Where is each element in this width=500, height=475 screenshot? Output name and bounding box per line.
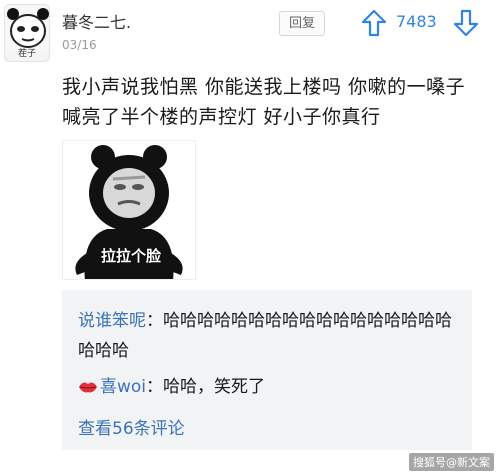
meme-caption: 拉拉个脸: [101, 247, 162, 265]
lips-icon: [79, 382, 97, 393]
nested-reply-text: 哈哈，笑死了: [163, 377, 266, 397]
upvote-arrow-icon[interactable]: [360, 8, 388, 38]
nested-reply-separator: ：: [146, 377, 164, 397]
downvote-arrow-icon[interactable]: [452, 8, 480, 38]
avatar[interactable]: 茬子: [4, 4, 50, 62]
meme-image[interactable]: 拉拉个脸: [62, 140, 196, 280]
comment-text: 我小声说我怕黑 你能送我上楼吗 你嗽的一嗓子喊亮了半个楼的声控灯 好小子你真行: [62, 76, 466, 128]
comment-date: 03/16: [62, 38, 97, 52]
reply-button[interactable]: 回复: [279, 11, 325, 36]
avatar-panda-icon: [5, 5, 49, 51]
nested-reply[interactable]: 喜woi：哈哈，笑死了: [78, 372, 265, 402]
nested-replies: 说谁笨呢：哈哈哈哈哈哈哈哈哈哈哈哈哈哈哈哈哈哈哈哈 喜woi：哈哈，笑死了 查看…: [62, 290, 472, 450]
view-more-comments-link[interactable]: 查看56条评论: [78, 414, 185, 444]
nested-reply[interactable]: 说谁笨呢：哈哈哈哈哈哈哈哈哈哈哈哈哈哈哈哈哈哈哈哈: [78, 306, 460, 366]
comment-card: 茬子 暮冬二七. 03/16 回复 7483 我小声说我怕黑 你能送我上楼吗 你…: [0, 0, 500, 475]
vote-count: 7483: [396, 12, 437, 31]
watermark: 搜狐号@新文案: [409, 453, 494, 471]
nested-reply-separator: ：: [146, 311, 163, 331]
username[interactable]: 暮冬二七.: [62, 9, 131, 33]
nested-reply-user[interactable]: 喜woi: [100, 377, 146, 397]
nested-reply-user[interactable]: 说谁笨呢: [78, 311, 146, 331]
avatar-caption: 茬子: [17, 49, 36, 59]
